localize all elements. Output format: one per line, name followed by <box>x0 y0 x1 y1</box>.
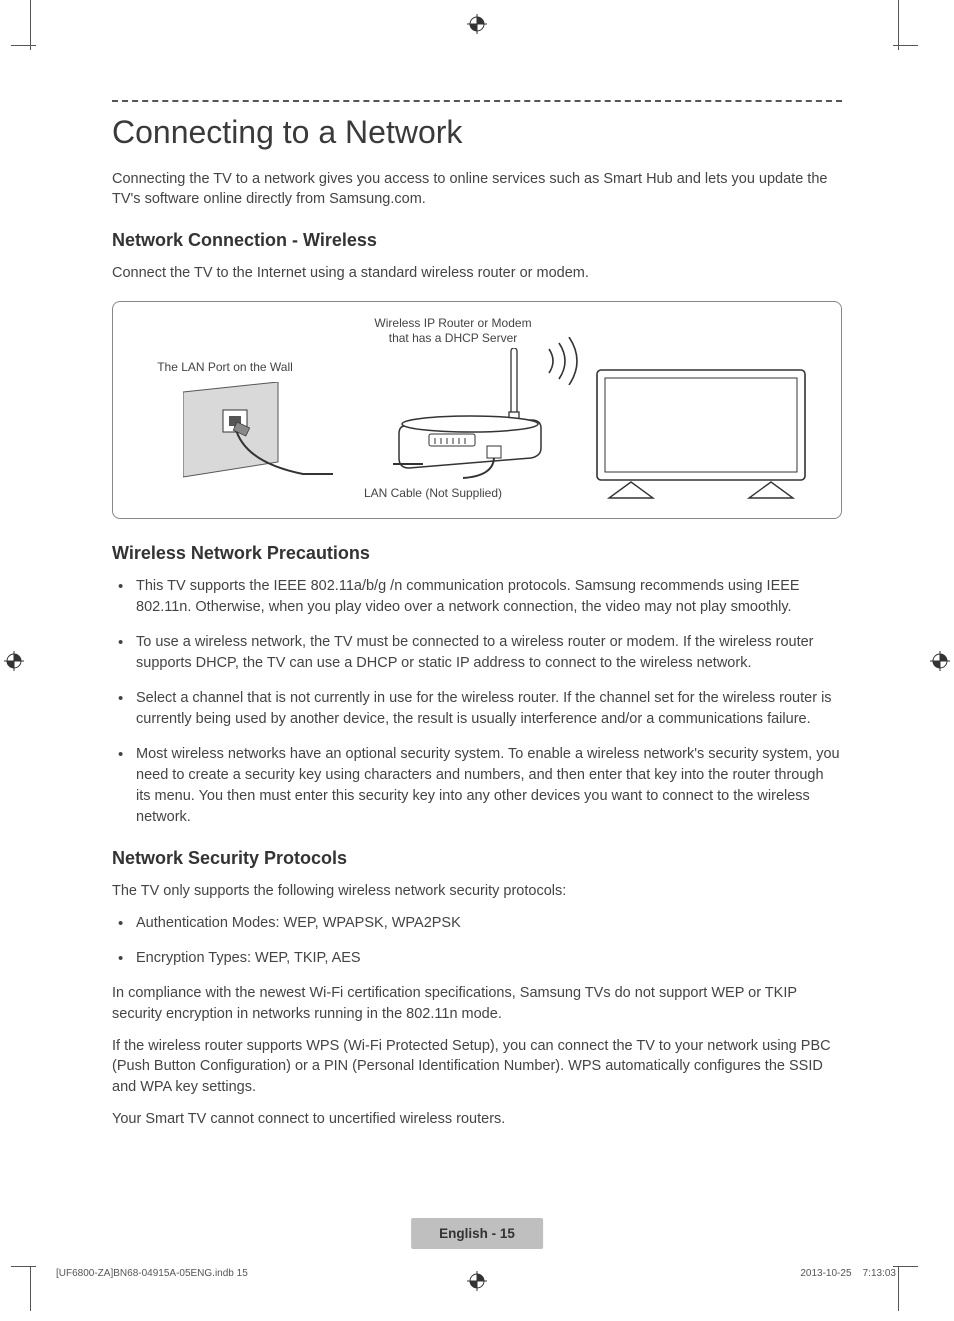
security-heading: Network Security Protocols <box>112 848 842 869</box>
page-number-badge: English - 15 <box>411 1218 543 1249</box>
list-item: Encryption Types: WEP, TKIP, AES <box>112 948 842 969</box>
footer-timestamp: 2013-10-25 7:13:03 <box>800 1268 896 1279</box>
page: Connecting to a Network Connecting the T… <box>0 0 954 1321</box>
diagram-lan-label: The LAN Port on the Wall <box>145 360 305 376</box>
content-area: Connecting to a Network Connecting the T… <box>112 100 842 1147</box>
registration-mark-icon <box>4 651 24 671</box>
security-para-1: In compliance with the newest Wi-Fi cert… <box>112 983 842 1024</box>
security-para-2: If the wireless router supports WPS (Wi-… <box>112 1036 842 1097</box>
wireless-heading: Network Connection - Wireless <box>112 230 842 251</box>
page-title: Connecting to a Network <box>112 114 842 151</box>
tv-icon <box>591 364 811 504</box>
router-icon <box>393 348 553 488</box>
crop-mark-top-left <box>30 0 70 50</box>
registration-mark-icon <box>930 651 950 671</box>
wifi-waves-out-icon <box>543 337 591 385</box>
crop-mark-top-right <box>859 0 899 50</box>
list-item: To use a wireless network, the TV must b… <box>112 632 842 674</box>
footer-filename: [UF6800-ZA]BN68-04915A-05ENG.indb 15 <box>56 1268 248 1279</box>
security-intro: The TV only supports the following wirel… <box>112 881 842 901</box>
list-item: Authentication Modes: WEP, WPAPSK, WPA2P… <box>112 913 842 934</box>
diagram-container: Wireless IP Router or Modem that has a D… <box>112 301 842 519</box>
list-item: Select a channel that is not currently i… <box>112 688 842 730</box>
registration-mark-icon <box>467 14 487 34</box>
diagram-cable-label: LAN Cable (Not Supplied) <box>353 486 513 502</box>
wall-port-icon <box>183 382 333 492</box>
list-item: Most wireless networks have an optional … <box>112 744 842 828</box>
intro-paragraph: Connecting the TV to a network gives you… <box>112 169 842 210</box>
diagram-router-label: Wireless IP Router or Modem that has a D… <box>363 316 543 347</box>
precautions-heading: Wireless Network Precautions <box>112 543 842 564</box>
registration-mark-icon <box>467 1271 487 1291</box>
list-item: This TV supports the IEEE 802.11a/b/g /n… <box>112 576 842 618</box>
security-para-3: Your Smart TV cannot connect to uncertif… <box>112 1109 842 1129</box>
wireless-body: Connect the TV to the Internet using a s… <box>112 263 842 283</box>
precautions-list: This TV supports the IEEE 802.11a/b/g /n… <box>112 576 842 828</box>
security-list: Authentication Modes: WEP, WPAPSK, WPA2P… <box>112 913 842 969</box>
dashed-rule <box>112 100 842 102</box>
